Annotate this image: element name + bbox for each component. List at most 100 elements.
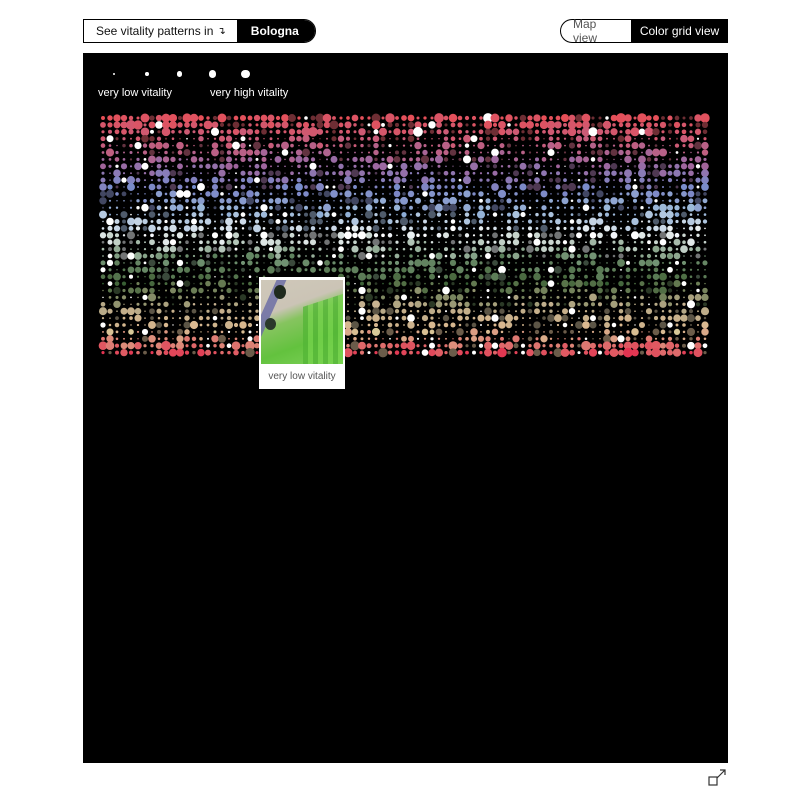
grid-cell-dot[interactable] [220,275,224,279]
grid-cell-dot[interactable] [498,245,506,253]
grid-cell-dot[interactable] [339,199,343,203]
grid-cell-dot[interactable] [99,183,107,191]
grid-cell-dot[interactable] [136,206,140,210]
grid-cell-dot[interactable] [499,308,505,314]
grid-cell-dot[interactable] [690,289,692,292]
grid-cell-dot[interactable] [604,177,610,183]
grid-cell-dot[interactable] [613,282,615,285]
grid-cell-dot[interactable] [506,302,512,307]
grid-cell-dot[interactable] [263,220,265,223]
grid-cell-dot[interactable] [480,324,482,326]
grid-cell-dot[interactable] [198,115,204,121]
grid-cell-dot[interactable] [374,323,378,327]
grid-cell-dot[interactable] [227,123,231,127]
grid-cell-dot[interactable] [289,198,295,204]
grid-cell-dot[interactable] [254,198,260,203]
grid-cell-dot[interactable] [647,171,651,176]
grid-cell-dot[interactable] [206,337,210,340]
grid-cell-dot[interactable] [640,240,644,244]
grid-cell-dot[interactable] [164,219,168,224]
grid-cell-dot[interactable] [437,261,441,265]
grid-cell-dot[interactable] [687,135,695,142]
grid-cell-dot[interactable] [171,151,175,154]
grid-cell-dot[interactable] [452,331,454,333]
grid-cell-dot[interactable] [135,260,141,266]
grid-cell-dot[interactable] [113,245,121,253]
grid-cell-dot[interactable] [513,280,519,287]
grid-cell-dot[interactable] [609,348,619,357]
grid-cell-dot[interactable] [617,135,625,143]
grid-cell-dot[interactable] [526,348,534,357]
grid-cell-dot[interactable] [108,268,112,272]
grid-cell-dot[interactable] [107,184,113,190]
grid-cell-dot[interactable] [512,210,520,219]
grid-cell-dot[interactable] [108,213,112,216]
grid-cell-dot[interactable] [437,275,441,278]
grid-cell-dot[interactable] [457,288,463,293]
grid-cell-dot[interactable] [421,315,429,322]
grid-cell-dot[interactable] [459,262,461,264]
grid-cell-dot[interactable] [697,324,699,326]
grid-cell-dot[interactable] [311,206,315,210]
grid-cell-dot[interactable] [296,121,302,128]
grid-cell-dot[interactable] [171,268,175,272]
grid-cell-dot[interactable] [690,282,692,285]
grid-cell-dot[interactable] [331,136,337,142]
grid-cell-dot[interactable] [120,211,128,219]
grid-cell-dot[interactable] [277,213,279,216]
grid-cell-dot[interactable] [176,232,184,239]
grid-cell-dot[interactable] [543,331,545,333]
grid-cell-dot[interactable] [597,287,603,294]
grid-cell-dot[interactable] [177,170,183,176]
grid-cell-dot[interactable] [347,337,349,340]
grid-cell-dot[interactable] [400,196,408,205]
grid-cell-dot[interactable] [387,233,393,238]
grid-cell-dot[interactable] [555,115,561,121]
grid-cell-dot[interactable] [381,116,385,120]
grid-cell-dot[interactable] [326,137,328,140]
grid-cell-dot[interactable] [288,135,296,142]
grid-cell-dot[interactable] [248,233,252,237]
grid-cell-dot[interactable] [329,120,339,130]
grid-cell-dot[interactable] [535,219,539,224]
grid-cell-dot[interactable] [267,114,275,122]
grid-cell-dot[interactable] [529,317,531,320]
grid-cell-dot[interactable] [172,144,174,147]
grid-cell-dot[interactable] [193,282,195,285]
grid-cell-dot[interactable] [113,114,121,122]
grid-cell-dot[interactable] [162,259,170,267]
grid-cell-dot[interactable] [414,246,422,253]
grid-cell-dot[interactable] [562,342,568,349]
grid-cell-dot[interactable] [393,183,401,191]
grid-cell-dot[interactable] [359,170,365,177]
grid-cell-dot[interactable] [231,341,241,351]
grid-cell-dot[interactable] [554,141,562,150]
grid-cell-dot[interactable] [211,232,219,239]
grid-cell-dot[interactable] [696,233,700,237]
grid-cell-dot[interactable] [641,220,643,223]
grid-cell-dot[interactable] [185,240,189,244]
grid-cell-dot[interactable] [232,121,240,129]
grid-cell-dot[interactable] [374,261,378,265]
grid-cell-dot[interactable] [666,231,674,240]
grid-cell-dot[interactable] [589,293,597,302]
grid-cell-dot[interactable] [149,115,155,121]
grid-cell-dot[interactable] [508,269,510,271]
grid-cell-dot[interactable] [176,190,184,198]
grid-cell-dot[interactable] [122,240,126,244]
grid-cell-dot[interactable] [107,239,113,245]
grid-cell-dot[interactable] [430,296,434,299]
grid-cell-dot[interactable] [360,136,364,141]
grid-cell-dot[interactable] [213,158,217,161]
grid-cell-dot[interactable] [389,303,391,306]
grid-cell-dot[interactable] [157,302,161,307]
grid-cell-dot[interactable] [479,172,483,175]
grid-cell-dot[interactable] [353,130,357,134]
grid-cell-dot[interactable] [374,171,378,175]
grid-cell-dot[interactable] [486,261,490,265]
grid-cell-dot[interactable] [234,288,238,293]
grid-cell-dot[interactable] [134,266,142,273]
grid-cell-dot[interactable] [602,120,612,130]
grid-cell-dot[interactable] [155,252,163,260]
grid-cell-dot[interactable] [535,122,539,127]
